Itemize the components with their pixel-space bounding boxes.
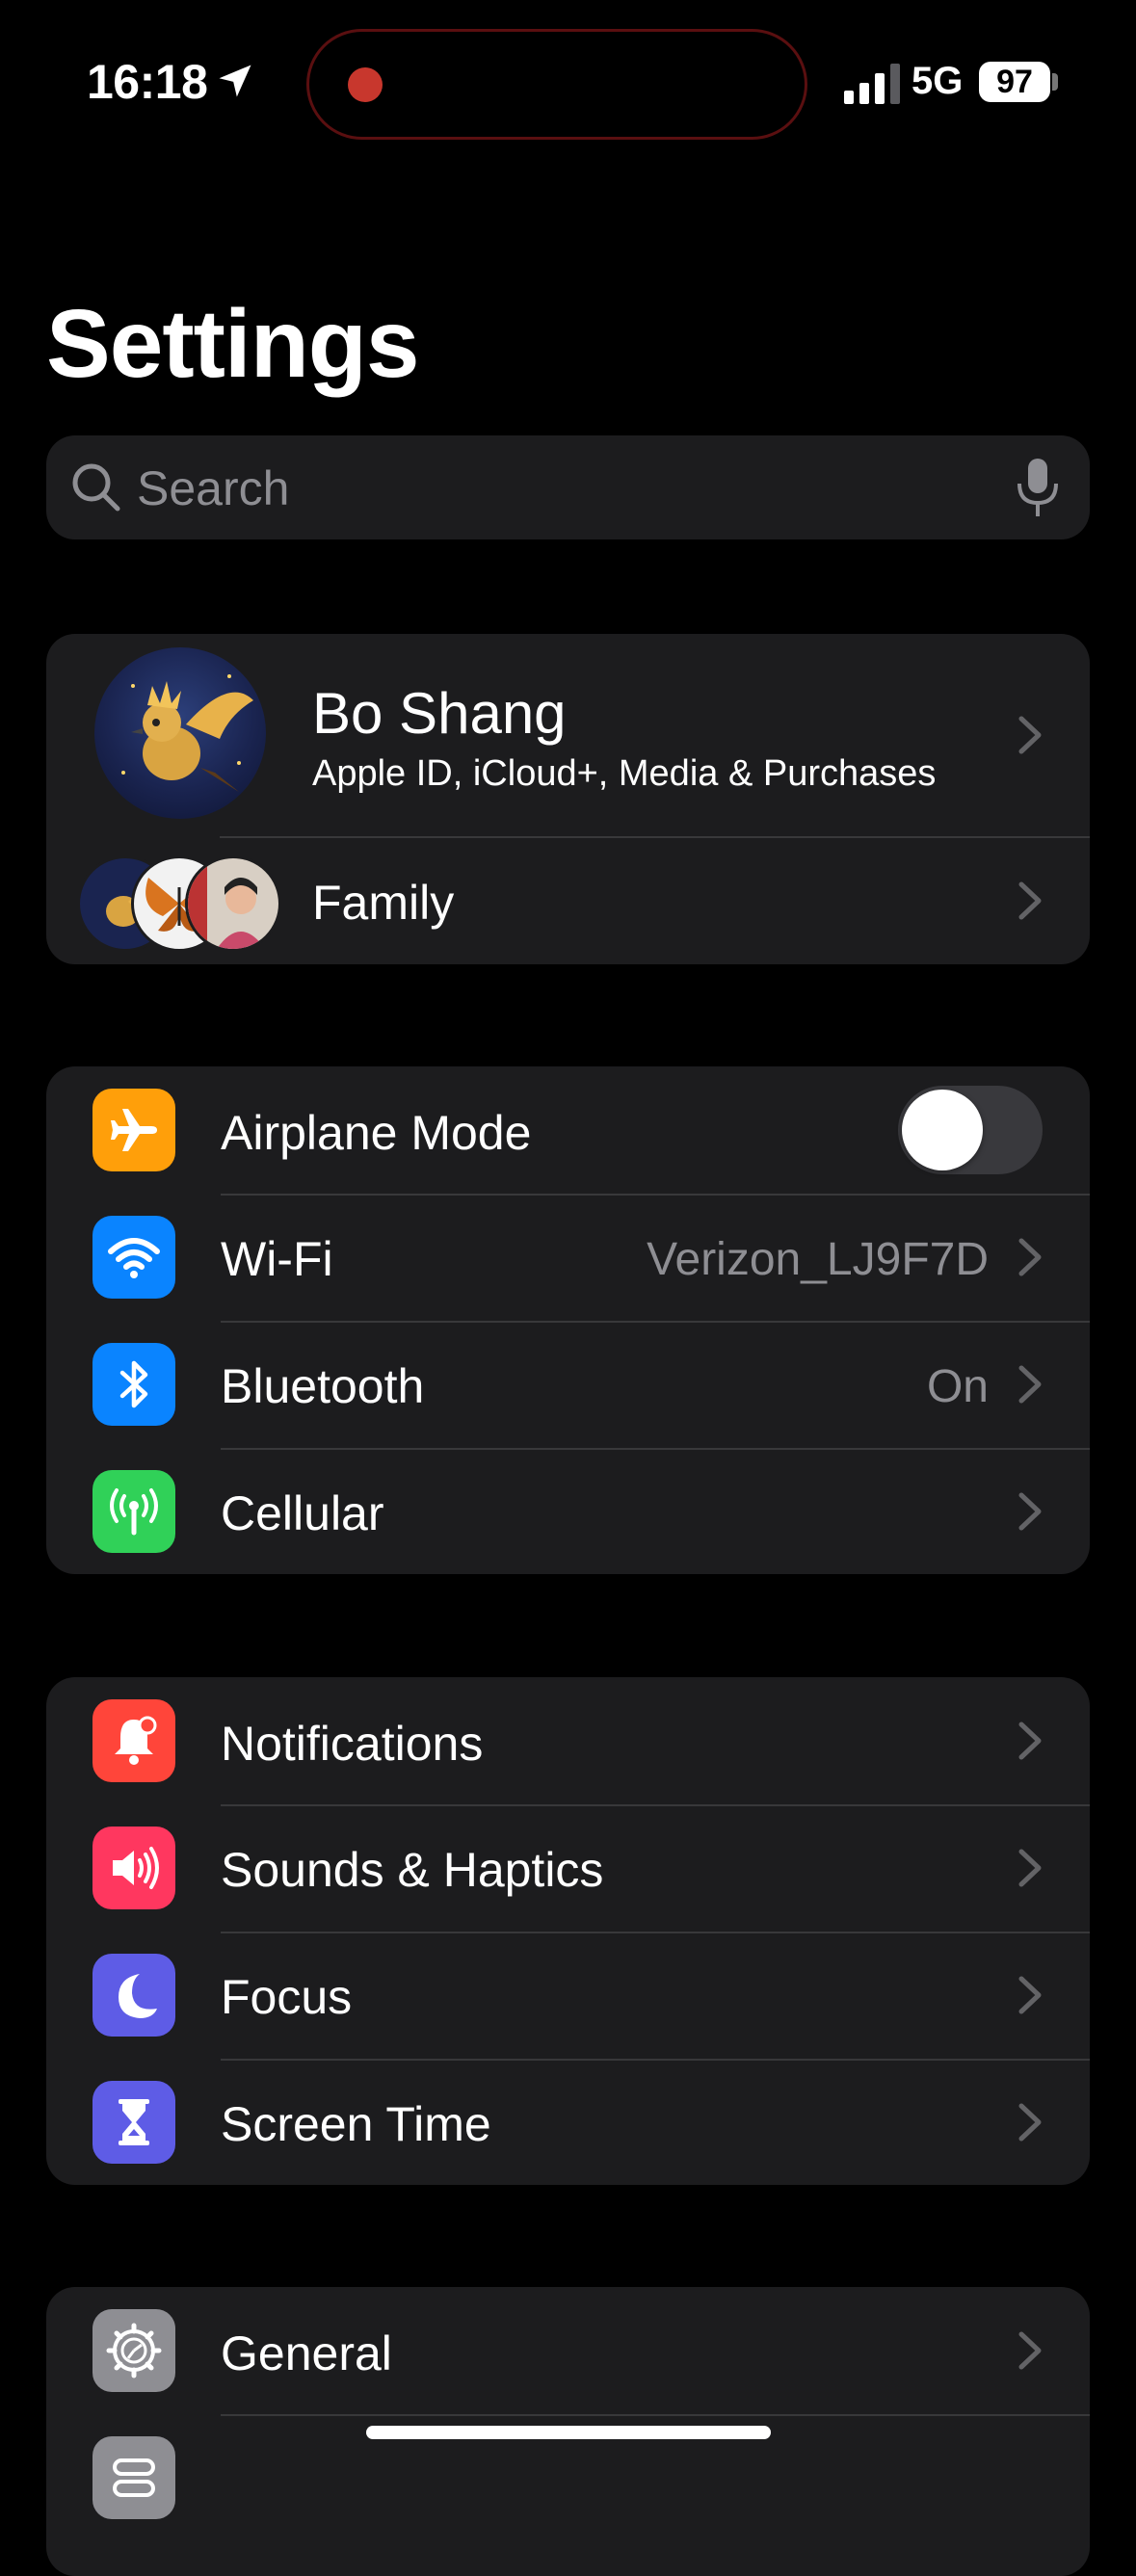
cellular-antenna-icon — [92, 1470, 175, 1553]
bluetooth-label: Bluetooth — [221, 1359, 425, 1413]
sounds-haptics-row[interactable]: Sounds & Haptics — [46, 1805, 1090, 1932]
recording-dot-icon — [348, 67, 383, 102]
chevron-right-icon — [1018, 1849, 1042, 1887]
cellular-row[interactable]: Cellular — [46, 1449, 1090, 1574]
battery-icon: 97 — [979, 62, 1050, 102]
account-name: Bo Shang — [312, 681, 567, 746]
apple-id-row[interactable]: Bo Shang Apple ID, iCloud+, Media & Purc… — [46, 634, 1090, 836]
airplane-icon — [92, 1089, 175, 1171]
account-subtitle: Apple ID, iCloud+, Media & Purchases — [312, 753, 937, 794]
connectivity-group: Airplane Mode Wi-Fi Verizon_LJ9F7D Bluet… — [46, 1066, 1090, 1574]
sounds-haptics-label: Sounds & Haptics — [221, 1843, 604, 1897]
family-avatar-3 — [185, 855, 281, 952]
family-label: Family — [312, 876, 455, 930]
wifi-label: Wi-Fi — [221, 1232, 333, 1286]
bluetooth-row[interactable]: Bluetooth On — [46, 1322, 1090, 1448]
airplane-mode-label: Airplane Mode — [221, 1106, 532, 1160]
location-arrow-icon — [219, 65, 251, 97]
wifi-network-value: Verizon_LJ9F7D — [647, 1234, 989, 1285]
notifications-label: Notifications — [221, 1717, 484, 1771]
airplane-mode-toggle[interactable] — [898, 1086, 1043, 1174]
hourglass-icon — [92, 2081, 175, 2164]
gear-icon — [92, 2309, 175, 2392]
screen-time-label: Screen Time — [221, 2097, 491, 2151]
bluetooth-icon — [92, 1343, 175, 1426]
bell-icon — [92, 1699, 175, 1782]
dynamic-island[interactable] — [306, 29, 807, 140]
chevron-right-icon — [1018, 1722, 1042, 1760]
general-label: General — [221, 2326, 392, 2380]
chevron-right-icon — [1018, 1365, 1042, 1404]
chevron-right-icon — [1018, 1976, 1042, 2014]
home-indicator[interactable] — [366, 2426, 771, 2439]
battery-tip — [1052, 73, 1058, 91]
wifi-row[interactable]: Wi-Fi Verizon_LJ9F7D — [46, 1195, 1090, 1321]
profile-art-icon — [121, 674, 253, 792]
chevron-right-icon — [1018, 2103, 1042, 2142]
airplane-mode-row[interactable]: Airplane Mode — [46, 1066, 1090, 1194]
moon-icon — [92, 1954, 175, 2037]
chevron-right-icon — [1018, 1238, 1042, 1276]
wifi-icon — [92, 1216, 175, 1299]
bluetooth-status-value: On — [926, 1361, 989, 1412]
status-bar: 16:18 5G 97 — [0, 0, 1136, 164]
notifications-row[interactable]: Notifications — [46, 1677, 1090, 1804]
notifications-group: Notifications Sounds & Haptics Focus Scr… — [46, 1677, 1090, 2185]
search-input[interactable]: Search — [137, 460, 289, 516]
chevron-right-icon — [1018, 716, 1042, 754]
network-type: 5G — [911, 60, 964, 102]
chevron-right-icon — [1018, 881, 1042, 920]
search-bar[interactable]: Search — [46, 435, 1090, 539]
avatar[interactable] — [94, 647, 266, 819]
toggle-knob — [902, 1090, 983, 1170]
speaker-icon — [92, 1827, 175, 1909]
screen-time-row[interactable]: Screen Time — [46, 2060, 1090, 2185]
general-row[interactable]: General — [46, 2287, 1090, 2414]
microphone-icon[interactable] — [1014, 457, 1062, 518]
chevron-right-icon — [1018, 1492, 1042, 1531]
chevron-right-icon — [1018, 2331, 1042, 2370]
search-icon — [72, 463, 120, 512]
control-center-icon — [92, 2436, 175, 2519]
account-group: Bo Shang Apple ID, iCloud+, Media & Purc… — [46, 634, 1090, 964]
cellular-label: Cellular — [221, 1486, 384, 1540]
focus-label: Focus — [221, 1970, 353, 2024]
family-row[interactable]: Family — [46, 838, 1090, 964]
status-time: 16:18 — [87, 55, 208, 109]
focus-row[interactable]: Focus — [46, 1932, 1090, 2059]
page-title: Settings — [46, 290, 419, 398]
cellular-signal-icon — [844, 64, 900, 104]
